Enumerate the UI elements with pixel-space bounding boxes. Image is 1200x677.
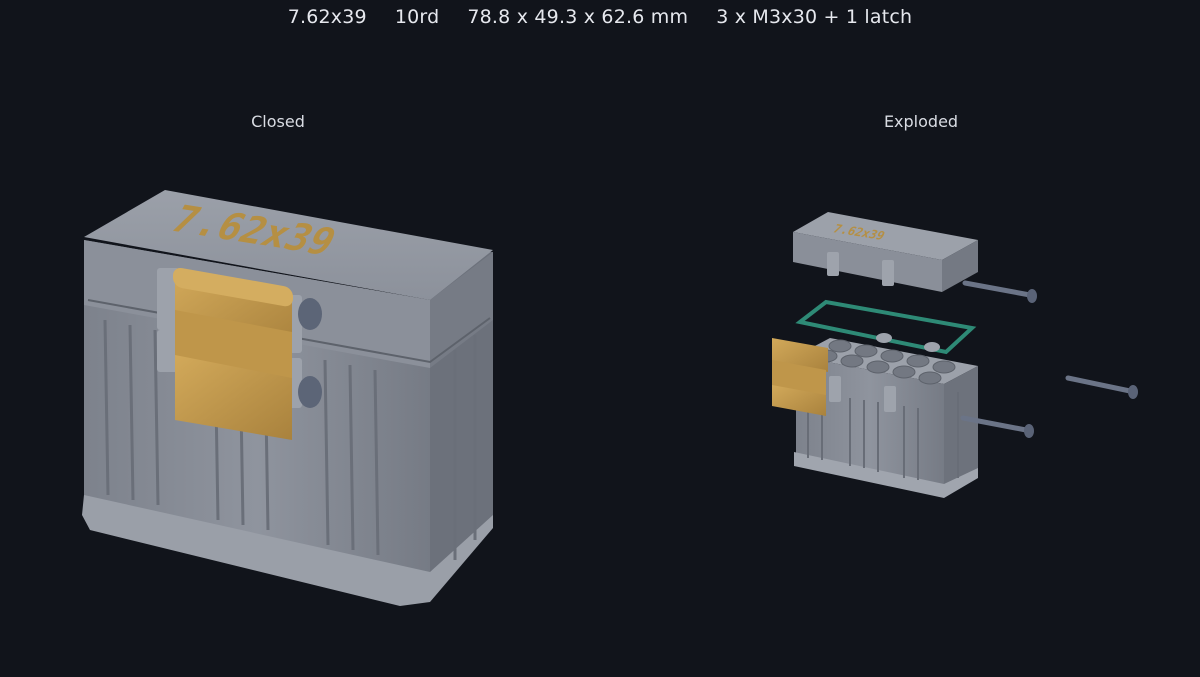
screw-lid <box>962 280 1033 298</box>
exploded-latch-part <box>772 338 828 416</box>
exploded-ammo-box: 7.62x39 <box>772 212 1138 498</box>
body-pin-right <box>924 342 940 352</box>
screw-separate <box>1065 375 1133 394</box>
render-canvas: 7.62x39 7.62x39 <box>82 190 1138 606</box>
screw-lid-head <box>1027 289 1037 303</box>
exploded-lid-hinge-left <box>827 252 839 276</box>
closed-ammo-box: 7.62x39 <box>82 190 493 606</box>
hinge-pin-upper <box>298 298 322 330</box>
exploded-lid-hinge-right <box>882 260 894 286</box>
exploded-body-hinge-right <box>884 386 896 412</box>
hinge-pin-lower <box>298 376 322 408</box>
screw-separate-head <box>1128 385 1138 399</box>
exploded-body-hinge-left <box>829 376 841 402</box>
body-pin-left <box>876 333 892 343</box>
screw-body-head <box>1024 424 1034 438</box>
latch-part <box>173 267 293 440</box>
